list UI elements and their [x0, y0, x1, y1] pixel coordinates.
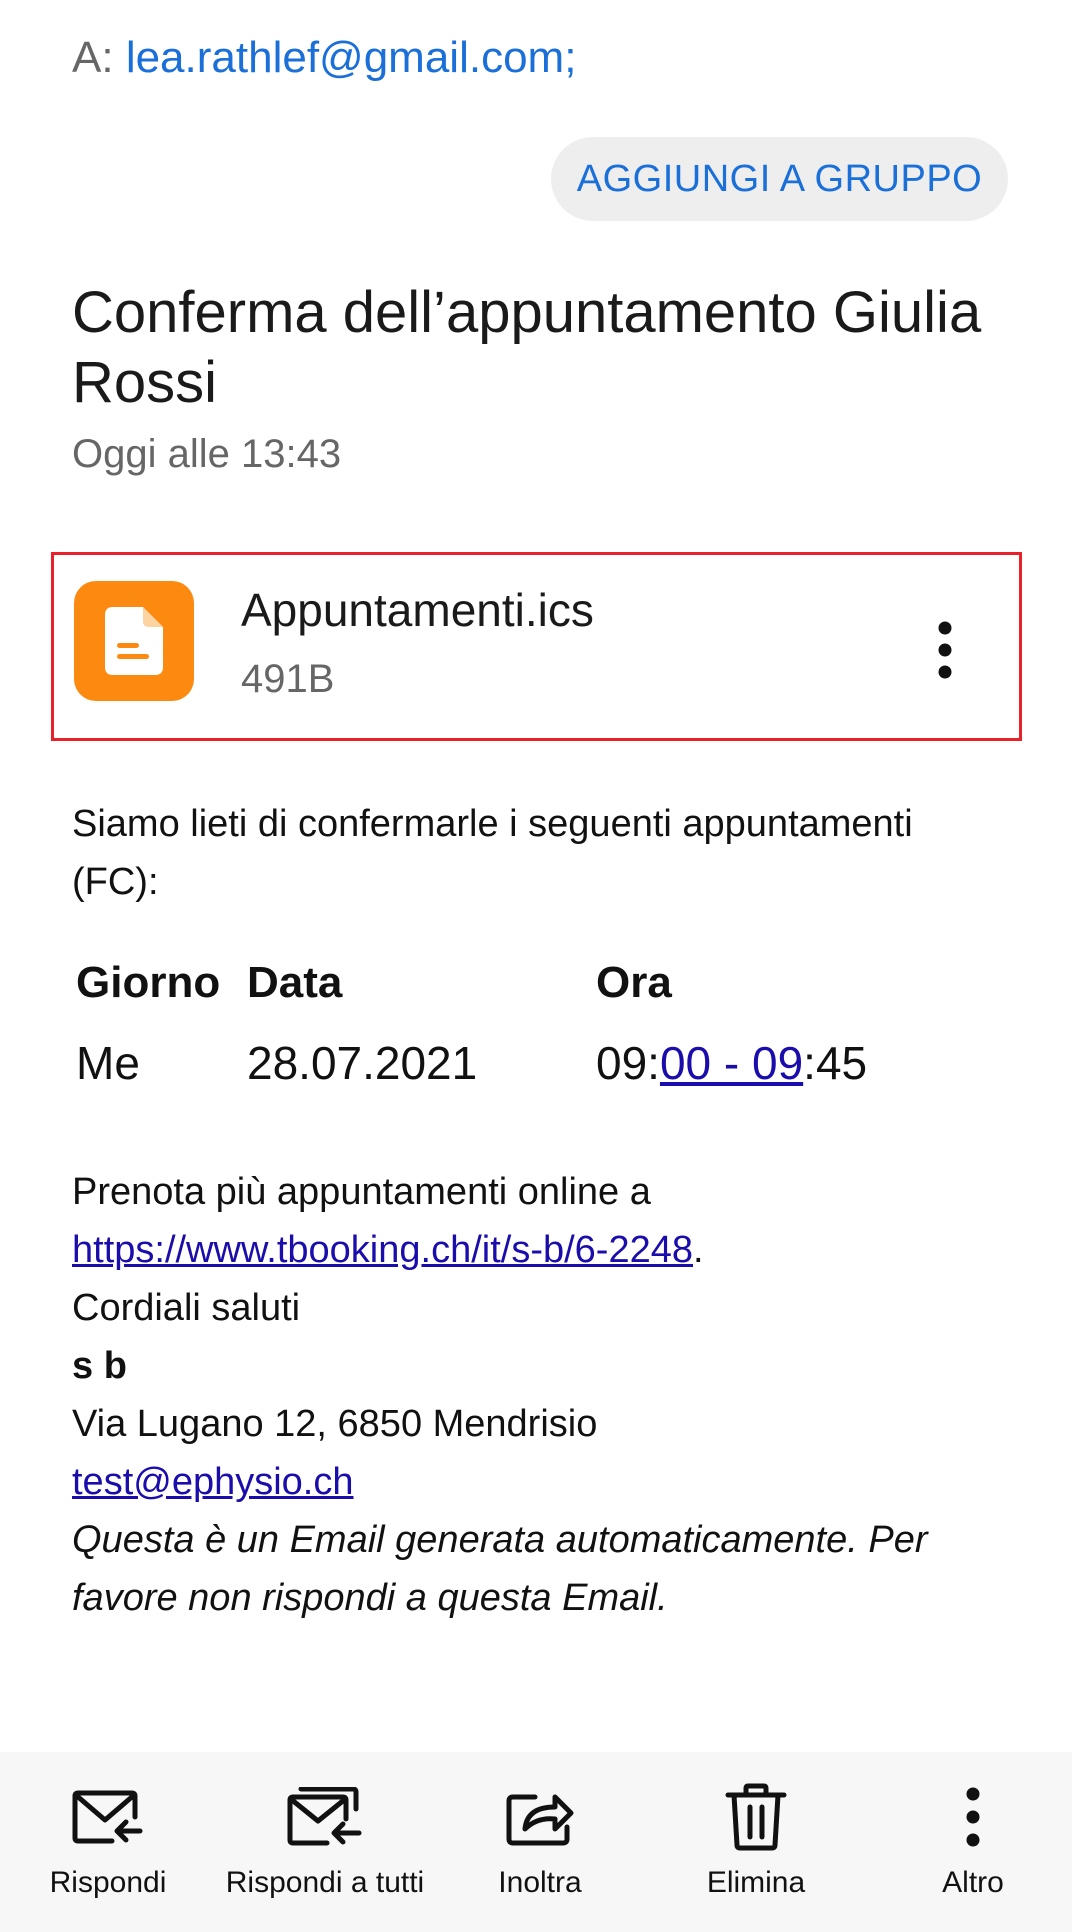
email-signature: Prenota più appuntamenti online a https:… [72, 1163, 992, 1627]
reply-all-button[interactable]: Rispondi a tutti [215, 1752, 435, 1932]
table-header-ora: Ora [596, 958, 672, 1007]
sender-email-link[interactable]: test@ephysio.ch [72, 1461, 354, 1503]
booking-suffix: . [693, 1229, 704, 1271]
attachment-more-icon[interactable] [925, 610, 965, 690]
sender-address: Via Lugano 12, 6850 Mendrisio [72, 1403, 598, 1445]
reply-all-icon [287, 1782, 363, 1852]
delete-label: Elimina [706, 1866, 806, 1899]
ora-link[interactable]: 00 - 09 [660, 1037, 803, 1089]
booking-link[interactable]: https://www.tbooking.ch/it/s-b/6-2248 [72, 1229, 693, 1271]
trash-icon [724, 1782, 788, 1852]
greeting: Cordiali saluti [72, 1287, 301, 1329]
forward-button[interactable]: Inoltra [460, 1752, 620, 1932]
booking-text: Prenota più appuntamenti online a [72, 1171, 651, 1213]
sender-name: s b [72, 1345, 127, 1387]
attachment-size: 491B [241, 657, 335, 701]
booking-line: https://www.tbooking.ch/it/s-b/6-2248. [72, 1221, 992, 1279]
email-date: Oggi alle 13:43 [72, 432, 342, 476]
more-button[interactable]: Altro [893, 1752, 1053, 1932]
reply-button[interactable]: Rispondi [28, 1752, 188, 1932]
recipient-address[interactable]: lea.rathlef@gmail.com; [126, 33, 577, 82]
forward-label: Inoltra [498, 1866, 582, 1899]
table-header-giorno: Giorno [76, 958, 221, 1007]
reply-all-label: Rispondi a tutti [225, 1866, 425, 1899]
email-subject: Conferma dell’appuntamento Giulia Rossi [72, 280, 982, 415]
table-header-data: Data [247, 958, 343, 1007]
forward-icon [505, 1782, 575, 1852]
recipient-prefix: A: [72, 33, 114, 82]
disclaimer: Questa è un Email generata automaticamen… [72, 1519, 928, 1619]
table-cell-ora: 09:00 - 09:45 [596, 1036, 867, 1090]
reply-icon [72, 1782, 144, 1852]
email-line: test@ephysio.ch [72, 1453, 992, 1511]
attachment-card[interactable]: Appuntamenti.ics 491B [51, 552, 1022, 741]
attachment-name: Appuntamenti.ics [241, 584, 594, 636]
bottom-toolbar: Rispondi Rispondi a tutti Inoltra Elimin… [0, 1752, 1072, 1932]
more-label: Altro [942, 1866, 1004, 1899]
table-cell-giorno: Me [76, 1037, 140, 1089]
recipient-line: A: lea.rathlef@gmail.com; [72, 28, 576, 88]
table-cell-data: 28.07.2021 [247, 1037, 478, 1089]
email-view: A: lea.rathlef@gmail.com; AGGIUNGI A GRU… [0, 0, 1072, 1932]
ora-end: :45 [803, 1037, 868, 1089]
intro-text: Siamo lieti di confermarle i seguenti ap… [72, 803, 913, 903]
add-to-group-button[interactable]: AGGIUNGI A GRUPPO [551, 137, 1008, 221]
document-icon [74, 581, 194, 701]
reply-label: Rispondi [49, 1866, 167, 1899]
ora-start: 09: [596, 1037, 660, 1089]
delete-button[interactable]: Elimina [676, 1752, 836, 1932]
more-vertical-icon [965, 1782, 981, 1852]
